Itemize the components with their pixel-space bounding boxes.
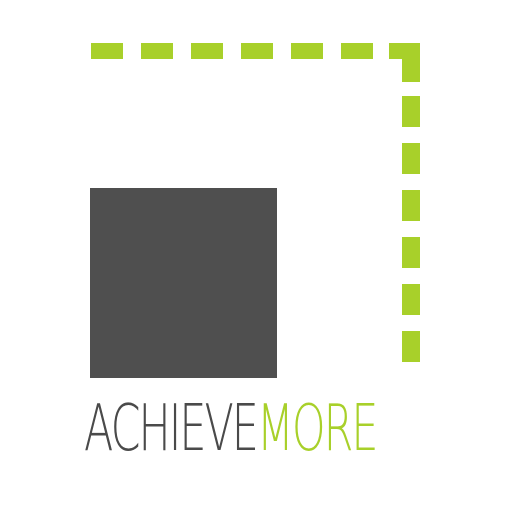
bracket-dash-side-4 [402, 237, 420, 268]
bracket-dash-top-4 [241, 43, 273, 59]
bracket-dash-side-5 [402, 284, 420, 315]
brand-name-part-1: ACHIEVE [84, 392, 259, 466]
bracket-dash-top-5 [291, 43, 323, 59]
bracket-dash-top-1 [91, 43, 123, 59]
bracket-dash-side-3 [402, 190, 420, 221]
bracket-dash-side-2 [402, 143, 420, 174]
logo-canvas: ACHIEVE MORE [0, 0, 512, 512]
solid-square-icon [90, 188, 277, 378]
brand-wordmark: ACHIEVE MORE [84, 392, 378, 473]
brand-name-part-2: MORE [256, 392, 379, 466]
bracket-dash-top-2 [141, 43, 173, 59]
bracket-corner-vertical [402, 43, 420, 82]
bracket-dash-top-3 [191, 43, 223, 59]
bracket-dash-top-6 [341, 43, 373, 59]
bracket-dash-side-6 [402, 331, 420, 362]
bracket-dash-side-1 [402, 96, 420, 127]
